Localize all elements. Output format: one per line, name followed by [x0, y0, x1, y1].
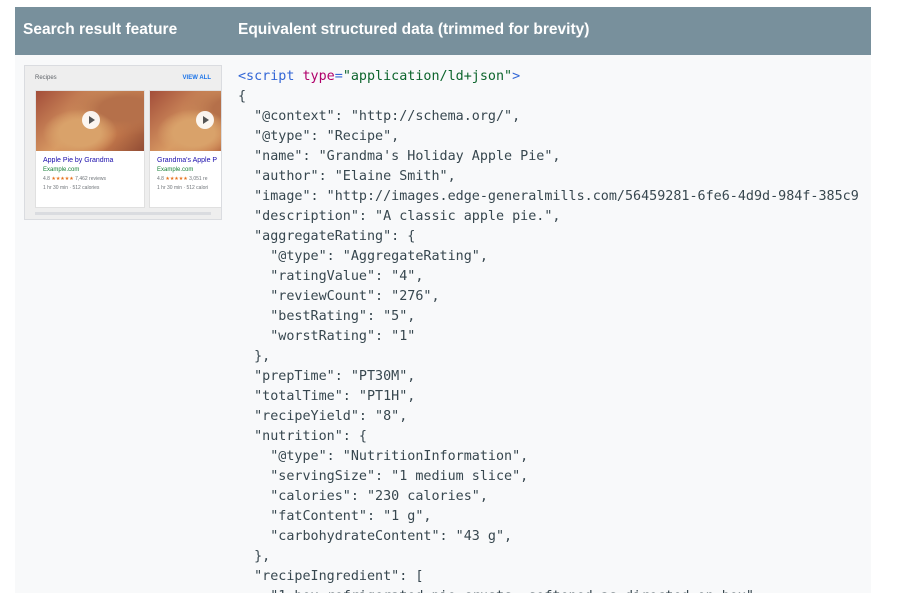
- recipe-card-site: Example.com: [43, 167, 80, 173]
- code-line: "recipeIngredient": [: [238, 569, 424, 584]
- code-line: {: [238, 89, 247, 104]
- code-line: "name": "Grandma's Holiday Apple Pie",: [238, 149, 561, 164]
- code-line: },: [238, 549, 271, 564]
- code-line: "@type": "AggregateRating",: [238, 249, 488, 264]
- code-line: "prepTime": "PT30M",: [238, 369, 416, 384]
- code-line: "recipeYield": "8",: [238, 409, 408, 424]
- code-line: "author": "Elaine Smith",: [238, 169, 456, 184]
- code-line: "bestRating": "5",: [238, 309, 416, 324]
- code-line: "description": "A classic apple pie.",: [238, 209, 561, 224]
- column-header-feature: Search result feature: [23, 21, 178, 38]
- table-header: Search result feature Equivalent structu…: [15, 7, 871, 55]
- carousel-header: Recipes VIEW ALL: [35, 75, 211, 89]
- rating-value: 4.8: [157, 176, 164, 182]
- recipe-card-title: Apple Pie by Grandma: [43, 157, 114, 164]
- code-line: "ratingValue": "4",: [238, 269, 424, 284]
- review-count: 3,051 re: [189, 176, 208, 182]
- recipe-card: Grandma's Apple P Example.com 4.8 ★★★★★ …: [149, 90, 221, 208]
- code-line: "calories": "230 calories",: [238, 489, 488, 504]
- recipe-card-rating: 4.8 ★★★★★ 3,051 re: [157, 176, 208, 182]
- code-tag-close: >: [512, 69, 521, 84]
- code-line: "image": "http://images.edge-generalmill…: [238, 189, 859, 204]
- star-icon: ★★★★★: [165, 176, 188, 182]
- recipe-card-meta: 1 hr 30 min · 512 calori: [157, 185, 209, 191]
- view-all-link: VIEW ALL: [182, 75, 211, 81]
- code-tag-open: <script: [238, 69, 295, 84]
- code-line: "@context": "http://schema.org/",: [238, 109, 521, 124]
- code-line: "@type": "NutritionInformation",: [238, 449, 529, 464]
- column-divider: [229, 55, 230, 593]
- code-line: "1 box refrigerated pie crusts, softened…: [238, 587, 762, 593]
- code-attr-name: type: [302, 69, 335, 84]
- recipe-card: Apple Pie by Grandma Example.com 4.8 ★★★…: [35, 90, 145, 208]
- search-result-thumbnail: Recipes VIEW ALL Apple Pie by Grandma Ex…: [24, 65, 222, 220]
- code-line: "worstRating": "1": [238, 329, 416, 344]
- code-line: },: [238, 349, 271, 364]
- recipe-card-title: Grandma's Apple P: [157, 157, 218, 164]
- recipe-card-rating: 4.8 ★★★★★ 7,462 reviews: [43, 176, 106, 182]
- recipe-card-meta: 1 hr 30 min · 512 calories: [43, 185, 100, 191]
- column-header-structured-data: Equivalent structured data (trimmed for …: [238, 21, 590, 38]
- code-line: "nutrition": {: [238, 429, 367, 444]
- code-line: "@type": "Recipe",: [238, 129, 400, 144]
- rating-value: 4.8: [43, 176, 50, 182]
- code-attr-eq: =: [334, 69, 343, 84]
- carousel-section-label: Recipes: [35, 75, 57, 81]
- play-icon: [196, 111, 214, 129]
- code-line: "totalTime": "PT1H",: [238, 389, 416, 404]
- code-attr-value: "application/ld+json": [342, 69, 513, 84]
- star-icon: ★★★★★: [51, 176, 74, 182]
- code-line: "reviewCount": "276",: [238, 289, 440, 304]
- structured-data-table: Search result feature Equivalent structu…: [15, 7, 871, 593]
- review-count: 7,462 reviews: [75, 176, 107, 182]
- play-icon: [82, 111, 100, 129]
- code-line-script-tag: <script type="application/ld+json">: [238, 67, 520, 87]
- code-line: "aggregateRating": {: [238, 229, 416, 244]
- carousel-scrollbar: [35, 212, 211, 215]
- code-line: "servingSize": "1 medium slice",: [238, 469, 529, 484]
- json-ld-code-block: <script type="application/ld+json"> { "@…: [238, 65, 871, 593]
- code-line: "fatContent": "1 g",: [238, 509, 432, 524]
- recipe-card-site: Example.com: [157, 167, 194, 173]
- code-line: "carbohydrateContent": "43 g",: [238, 529, 513, 544]
